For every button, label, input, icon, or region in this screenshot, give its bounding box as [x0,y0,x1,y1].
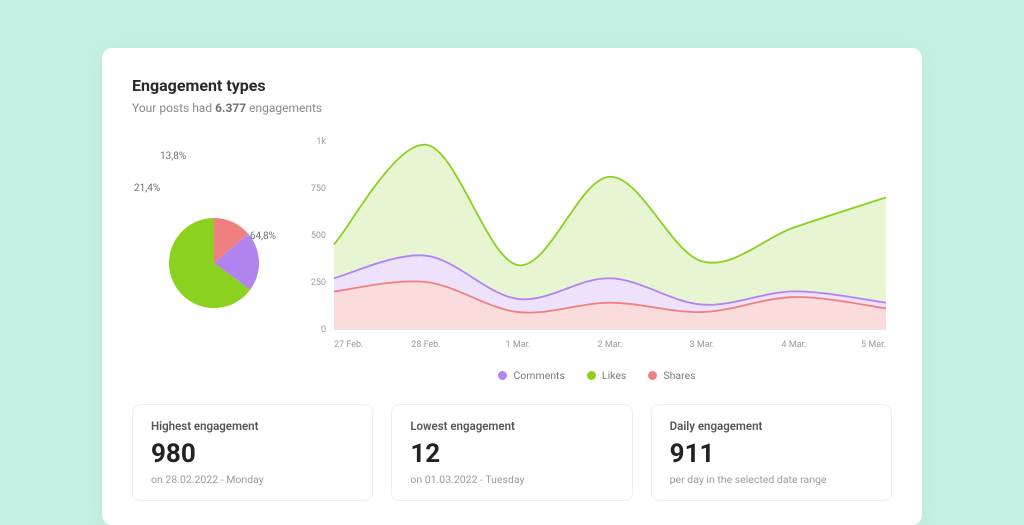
svg-text:2 Mar.: 2 Mar. [598,340,623,350]
pie-label-likes: 64,8% [250,231,276,242]
svg-text:5 Mar.: 5 Mar. [861,340,886,350]
legend-shares: Shares [648,369,695,382]
svg-text:500: 500 [311,231,326,241]
pie-svg [142,193,272,323]
legend-likes: Likes [587,369,626,382]
svg-text:0: 0 [321,325,326,335]
area-chart: 0 250 500 750 1k 27 Feb. 28 Feb. 1 Mar. 2 Mar. 3 … [302,133,892,382]
svg-text:3 Mar.: 3 Mar. [690,340,715,350]
pie-label-shares: 13,8% [160,151,186,162]
area-svg: 0 250 500 750 1k 27 Feb. 28 Feb. 1 Mar. 2 Mar. 3 … [302,133,892,353]
legend-comments: Comments [498,369,564,382]
stat-lowest: Lowest engagement 12 on 01.03.2022 - Tue… [391,404,632,501]
svg-text:250: 250 [311,278,326,288]
card-title: Engagement types [132,76,892,95]
svg-text:28 Feb.: 28 Feb. [411,340,440,350]
dot-icon [587,371,596,380]
svg-text:750: 750 [311,184,326,194]
pie-label-comments: 21,4% [134,183,160,194]
dot-icon [648,371,657,380]
stats-row: Highest engagement 980 on 28.02.2022 - M… [132,404,892,501]
svg-text:1k: 1k [316,137,326,147]
stat-daily: Daily engagement 911 per day in the sele… [651,404,892,501]
stat-highest: Highest engagement 980 on 28.02.2022 - M… [132,404,373,501]
charts-row: 13,8% 21,4% 64,8% 0 250 500 750 1k 27 Feb. 28 … [132,133,892,382]
legend: Comments Likes Shares [302,369,892,382]
dot-icon [498,371,507,380]
card-subtitle: Your posts had 6.377 engagements [132,101,892,115]
pie-chart: 13,8% 21,4% 64,8% [132,133,282,382]
svg-text:27 Feb.: 27 Feb. [334,340,363,350]
svg-text:4 Mar.: 4 Mar. [782,340,807,350]
engagement-card: Engagement types Your posts had 6.377 en… [102,48,922,525]
svg-text:1 Mar.: 1 Mar. [506,340,531,350]
